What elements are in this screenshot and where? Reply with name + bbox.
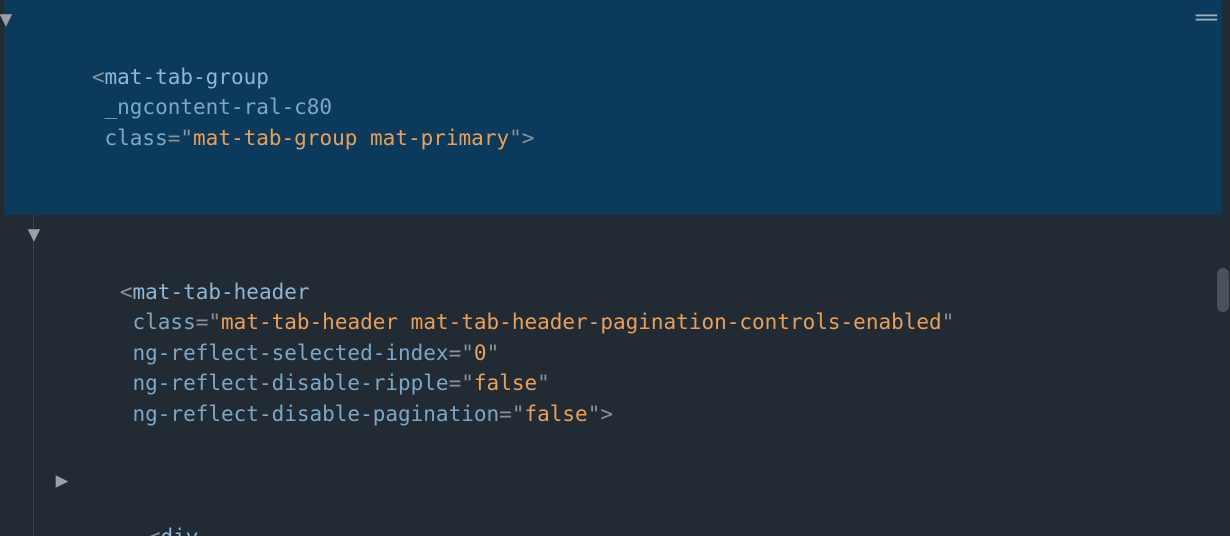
attr-name: ng-reflect-disable-pagination bbox=[120, 402, 499, 426]
tree-node-mat-tab-group[interactable]: ▼ <mat-tab-group _ngcontent-ral-c80 clas… bbox=[4, 0, 1222, 215]
attr-name: ng-reflect-disable-ripple bbox=[120, 371, 449, 395]
chevron-down-icon[interactable]: ▼ bbox=[0, 4, 14, 34]
attr-name: _ngcontent-ral-c80 bbox=[92, 95, 332, 119]
punct-lt: < bbox=[92, 65, 105, 89]
tag-name: mat-tab-header bbox=[133, 280, 310, 304]
tree-node-div-pagination-before[interactable]: ▶ <div aria-hidden="true" mat-ripple cla… bbox=[60, 461, 1222, 536]
attr-value: 0 bbox=[474, 341, 487, 365]
attr-value: mat-tab-header mat-tab-header-pagination… bbox=[221, 310, 942, 334]
attr-name: class bbox=[92, 126, 168, 150]
tree-node-mat-tab-header[interactable]: ▼ <mat-tab-header class="mat-tab-header … bbox=[32, 215, 1222, 461]
tag-name: div bbox=[161, 525, 199, 536]
tag-name: mat-tab-group bbox=[105, 65, 269, 89]
equals-badge: == bbox=[1195, 2, 1216, 32]
attr-name: class bbox=[120, 310, 196, 334]
chevron-down-icon[interactable]: ▼ bbox=[26, 219, 42, 249]
chevron-right-icon[interactable]: ▶ bbox=[54, 465, 70, 495]
attr-value: false bbox=[524, 402, 587, 426]
attr-value: false bbox=[474, 371, 537, 395]
elements-panel: ▼ <mat-tab-group _ngcontent-ral-c80 clas… bbox=[0, 0, 1230, 536]
dom-tree: ▼ <mat-tab-group _ngcontent-ral-c80 clas… bbox=[0, 0, 1230, 536]
attr-value: mat-tab-group mat-primary bbox=[193, 126, 509, 150]
attr-name: ng-reflect-selected-index bbox=[120, 341, 449, 365]
